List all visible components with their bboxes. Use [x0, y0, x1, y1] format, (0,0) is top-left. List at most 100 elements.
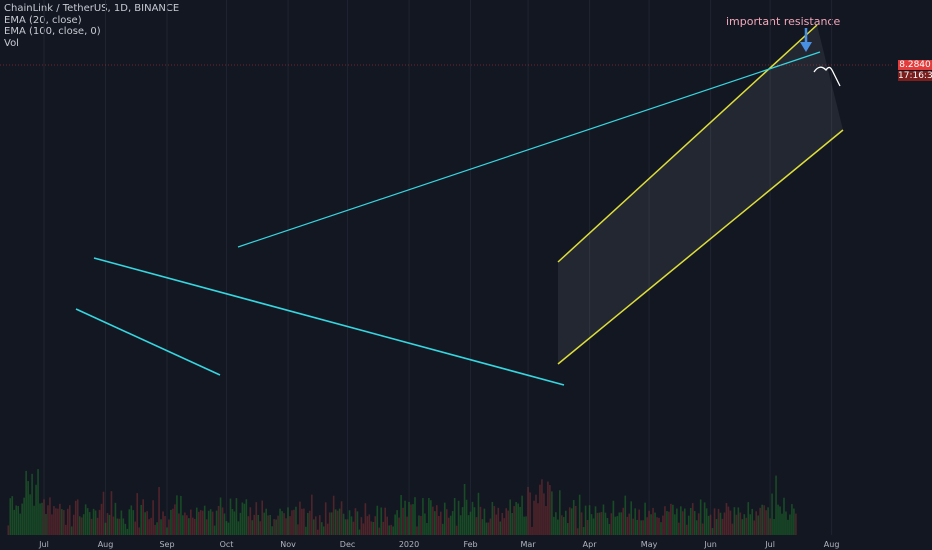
volume-bar: [116, 518, 119, 535]
volume-bar: [791, 504, 793, 535]
volume-bar: [182, 515, 184, 535]
volume-bar: [211, 511, 214, 535]
volume-bar: [689, 508, 692, 535]
x-tick-label: Sep: [159, 540, 174, 549]
volume-bar: [314, 516, 317, 535]
volume-bar: [11, 496, 14, 535]
volume-bar: [41, 502, 43, 535]
volume-bar: [309, 510, 311, 535]
volume-bar: [332, 495, 335, 535]
volume-bar: [691, 503, 694, 535]
volume-bar: [134, 521, 137, 535]
channel-fill: [558, 25, 843, 364]
volume-bar: [666, 511, 668, 535]
volume-bar: [29, 494, 31, 535]
volume-bar: [180, 495, 182, 535]
volume-bar: [505, 508, 508, 535]
volume-bar: [624, 495, 627, 535]
volume-bar: [199, 510, 202, 535]
x-tick-label: Apr: [583, 540, 598, 549]
volume-bar: [59, 503, 61, 535]
x-tick-label: 2020: [399, 540, 419, 549]
volume-bar: [687, 515, 690, 535]
volume-bar: [223, 513, 226, 535]
volume-bar: [255, 502, 258, 535]
volume-bar: [439, 511, 442, 535]
volume-bar: [703, 502, 706, 535]
volume-bar: [193, 518, 196, 535]
volume-bar: [697, 513, 700, 535]
volume-bar: [140, 504, 143, 535]
x-tick-label: Jul: [38, 540, 49, 549]
volume-bar: [638, 509, 640, 535]
volume-bar: [188, 518, 190, 535]
volume-bar: [39, 503, 41, 535]
volume-bar: [574, 505, 577, 535]
volume-bar: [366, 516, 369, 535]
volume-bar: [132, 510, 135, 535]
volume-bar: [205, 519, 208, 535]
x-tick-label: Oct: [220, 540, 234, 549]
volume-bar: [787, 519, 789, 535]
volume-bar: [525, 516, 527, 535]
volume-bar: [481, 519, 484, 535]
volume-bar: [560, 515, 563, 535]
volume-bar: [394, 514, 396, 535]
volume-bar: [757, 515, 759, 535]
volume-bar: [693, 511, 696, 535]
volume-bar: [53, 506, 55, 535]
volume-bar: [777, 504, 779, 535]
volume-bar: [769, 518, 771, 535]
volume-bar: [668, 511, 670, 535]
volume-bar: [614, 516, 617, 535]
volume-bar: [743, 514, 746, 535]
volume-bar: [670, 503, 672, 535]
volume-bar: [86, 508, 89, 535]
volume-bar: [441, 523, 444, 535]
volume-bar: [82, 514, 85, 535]
volume-bar: [318, 515, 321, 535]
volume-bar: [501, 512, 504, 535]
volume-bar: [723, 512, 726, 535]
volume-bar: [301, 508, 303, 535]
volume-bar: [620, 512, 623, 535]
volume-bar: [305, 526, 307, 535]
volume-bar: [388, 525, 390, 535]
x-tick-label: Aug: [824, 540, 840, 549]
volume-bar: [652, 507, 654, 535]
volume-bar: [515, 502, 517, 535]
volume-bar: [434, 511, 436, 535]
volume-bar: [80, 517, 83, 535]
volume-bar: [88, 512, 91, 535]
x-tick-label: Mar: [521, 540, 537, 549]
volume-bar: [547, 481, 549, 535]
volume-bar: [283, 513, 285, 535]
volume-bar: [186, 515, 188, 535]
volume-bar: [497, 507, 500, 535]
volume-bar: [485, 522, 488, 535]
volume-bar: [610, 513, 613, 535]
volume-bar: [342, 513, 345, 535]
volume-bar: [632, 518, 635, 535]
volume-bar: [763, 505, 765, 535]
price-chart[interactable]: 12.000010.50009.00008.00007.00006.00005.…: [0, 0, 932, 550]
volume-bar: [699, 499, 702, 535]
volume-bar: [313, 519, 315, 535]
x-tick-label: Feb: [463, 540, 477, 549]
volume-bar: [418, 515, 420, 535]
volume-bar: [511, 513, 513, 535]
volume-bar: [491, 501, 494, 535]
volume-bar: [158, 487, 160, 535]
volume-bar: [126, 528, 129, 535]
volume-bar: [90, 518, 93, 535]
volume-bar: [362, 523, 365, 535]
volume-bar: [447, 517, 450, 535]
volume-bar: [346, 519, 349, 535]
volume-bar: [747, 502, 750, 535]
volume-bar: [789, 514, 791, 535]
x-tick-label: Jun: [703, 540, 717, 549]
volume-bar: [453, 498, 456, 535]
volume-bar: [568, 507, 571, 535]
volume-bar: [717, 508, 720, 535]
volume-bar: [626, 516, 629, 535]
